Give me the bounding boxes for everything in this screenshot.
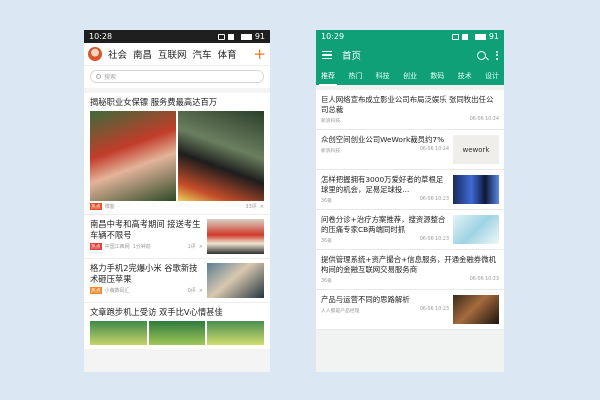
article-title: 格力手机2完爆小米 谷歌新技术砸压苹果 <box>90 263 198 284</box>
comment-count: 0评 <box>187 288 196 294</box>
signal-icon <box>227 33 238 40</box>
article-date: 06-06 10:24 <box>469 117 499 122</box>
article-title: 南昌中考和高考期间 接送考生车辆不限号 <box>90 219 201 240</box>
news-feed: 揭秘职业女保镖 服务费最高达百万 热点 博客 33评 × 南昌中考和高考期间 接… <box>84 93 270 349</box>
article-source: 小萌数码汇 <box>104 288 130 294</box>
list-item[interactable]: 问卷分诊+治疗方案推荐，搜资源整合的压痛专家CB两端同时抓 36氪 06-06 … <box>316 210 504 250</box>
tab-recommended[interactable]: 推荐 <box>319 68 337 86</box>
article-title: 揭秘职业女保镖 服务费最高达百万 <box>90 97 218 107</box>
article-thumbnail <box>207 263 264 298</box>
article-image <box>90 111 176 201</box>
article-source: 人人都是产品经理 <box>321 309 360 314</box>
list-item[interactable]: 格力手机2完爆小米 谷歌新技术砸压苹果 热点 小萌数码汇 0评 × <box>84 259 270 303</box>
article-title: 众创空间创业公司WeWork裁员约7% <box>321 135 445 144</box>
tab-internet[interactable]: 互联网 <box>158 47 187 61</box>
article-title: 巨人网络宣布成立影业公司布局泛娱乐 张同牧出任公司总裁 <box>321 95 494 114</box>
battery-icon <box>240 33 252 40</box>
article-thumbnail <box>453 215 499 244</box>
dismiss-icon[interactable]: × <box>199 244 203 250</box>
app-bar: 首页 <box>316 43 504 67</box>
search-input[interactable]: 搜索 <box>90 70 264 83</box>
hot-badge: 热点 <box>90 203 102 210</box>
list-item[interactable]: 提供管理系统+资产撮合+信息服务，开通金融券微机构间的金融互联网交易服务商 36… <box>316 250 504 290</box>
list-item[interactable]: 南昌中考和高考期间 接送考生车辆不限号 热点 中国江西网 1分钟前 1评 × <box>84 215 270 259</box>
dismiss-icon[interactable]: × <box>199 288 203 294</box>
status-time: 10:29 <box>321 32 345 41</box>
tab-auto[interactable]: 汽车 <box>193 47 212 61</box>
list-item[interactable]: 揭秘职业女保镖 服务费最高达百万 热点 博客 33评 × <box>84 93 270 215</box>
comment-count: 33评 <box>245 204 257 210</box>
tab-startup[interactable]: 创业 <box>401 68 419 84</box>
list-item[interactable]: 众创空间创业公司WeWork裁员约7% 新浪科技 06-06 10:24 wew… <box>316 130 504 170</box>
search-icon[interactable] <box>477 50 486 60</box>
alarm-icon <box>217 33 225 40</box>
left-phone-screen: 10:28 91 社会 南昌 互联网 汽车 体育 + 搜索 揭秘职业女保镖 服务… <box>84 30 270 372</box>
article-title: 怎样把握拥有3000万爱好者的草根足球里的机会，足易足球投... <box>321 175 444 194</box>
list-item[interactable]: 怎样把握拥有3000万爱好者的草根足球里的机会，足易足球投... 36氪 06-… <box>316 170 504 210</box>
battery-level: 91 <box>488 32 499 41</box>
page-title: 首页 <box>342 51 362 62</box>
article-thumbnail <box>453 175 499 204</box>
article-image <box>148 321 206 345</box>
article-date: 06-06 10:23 <box>419 197 449 202</box>
status-bar: 10:29 91 <box>316 30 504 43</box>
hot-badge: 热点 <box>90 243 102 250</box>
article-source: 博客 <box>104 204 115 210</box>
thumbnail-logo-text: wework <box>462 145 490 154</box>
search-area: 搜索 <box>84 65 270 88</box>
more-options-icon[interactable] <box>496 50 498 60</box>
tab-design[interactable]: 设计 <box>483 68 501 84</box>
hot-badge: 热点 <box>90 287 102 294</box>
article-date: 06-06 10:23 <box>469 277 499 282</box>
alarm-icon <box>451 33 459 40</box>
article-source: 36氪 <box>321 239 332 244</box>
search-placeholder: 搜索 <box>104 74 117 81</box>
article-source: 新浪科技 <box>321 119 341 124</box>
signal-icon <box>461 33 472 40</box>
add-channel-icon[interactable]: + <box>253 47 266 62</box>
article-image <box>90 321 147 345</box>
avatar[interactable] <box>88 47 102 61</box>
article-thumbnail <box>453 295 499 324</box>
tab-society[interactable]: 社会 <box>108 47 127 61</box>
article-date: 06-06 10:23 <box>419 307 449 312</box>
channel-tabs: 社会 南昌 互联网 汽车 体育 + <box>84 43 270 65</box>
list-item[interactable]: 产品与运营不同的思路解析 人人都是产品经理 06-06 10:23 <box>316 290 504 330</box>
article-list: 巨人网络宣布成立影业公司布局泛娱乐 张同牧出任公司总裁 新浪科技 06-06 1… <box>316 90 504 330</box>
tab-digital[interactable]: 数码 <box>428 68 446 84</box>
battery-icon <box>474 33 486 40</box>
article-title: 提供管理系统+资产撮合+信息服务，开通金融券微机构间的金融互联网交易服务商 <box>321 255 496 274</box>
article-source: 中国江西网 <box>104 244 130 250</box>
article-date: 06-06 10:23 <box>419 237 449 242</box>
article-image <box>178 111 264 201</box>
tab-tech[interactable]: 科技 <box>374 68 392 84</box>
article-title: 问卷分诊+治疗方案推荐，搜资源整合的压痛专家CB两端同时抓 <box>321 215 446 234</box>
dismiss-icon[interactable]: × <box>260 204 264 210</box>
article-title: 文章跑步机上受访 双手比V心情甚佳 <box>90 307 223 317</box>
category-tabs: 推荐 热门 科技 创业 数码 技术 设计 <box>316 67 504 86</box>
article-thumbnail <box>207 219 264 254</box>
search-icon <box>96 74 101 79</box>
tab-technology[interactable]: 技术 <box>456 68 474 84</box>
article-title: 产品与运营不同的思路解析 <box>321 295 410 304</box>
status-time: 10:28 <box>89 32 113 41</box>
menu-icon[interactable] <box>322 51 332 59</box>
battery-level: 91 <box>254 32 265 41</box>
status-bar: 10:28 91 <box>84 30 270 43</box>
comment-count: 1评 <box>187 244 196 250</box>
article-source: 36氪 <box>321 279 332 284</box>
tab-hot[interactable]: 热门 <box>346 68 364 84</box>
article-source: 36氪 <box>321 199 332 204</box>
article-image <box>207 321 265 345</box>
tab-nanchang[interactable]: 南昌 <box>133 47 152 61</box>
tab-sports[interactable]: 体育 <box>218 47 237 61</box>
article-time: 1分钟前 <box>132 244 151 250</box>
article-source: 新浪科技 <box>321 149 341 154</box>
list-item[interactable]: 巨人网络宣布成立影业公司布局泛娱乐 张同牧出任公司总裁 新浪科技 06-06 1… <box>316 90 504 130</box>
article-date: 06-06 10:24 <box>419 147 449 152</box>
list-item[interactable]: 文章跑步机上受访 双手比V心情甚佳 <box>84 303 270 349</box>
article-thumbnail: wework <box>453 135 499 164</box>
right-phone-screen: 10:29 91 首页 推荐 热门 科技 创业 数码 技术 设计 巨人网络宣布成… <box>316 30 504 372</box>
